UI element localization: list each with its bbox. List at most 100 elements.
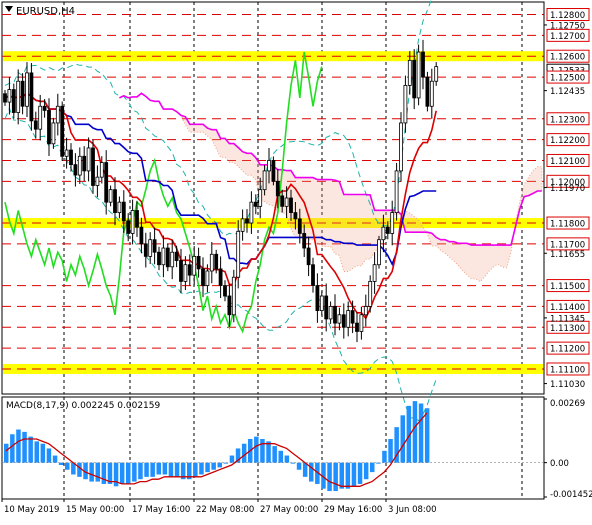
candle-body	[165, 247, 170, 268]
macd-histogram-bar	[65, 462, 70, 470]
price-level-label: 1.11500	[550, 282, 585, 292]
candle-body	[25, 72, 29, 107]
price-level-label: 1.12300	[550, 115, 585, 125]
candle-body	[117, 201, 122, 213]
candle-body	[319, 295, 324, 311]
macd-histogram-bar	[400, 415, 405, 463]
chart-canvas[interactable]: EURUSD,H4 1.128001.127001.126001.125331.…	[0, 0, 592, 521]
macd-histogram-bar	[205, 462, 210, 473]
macd-histogram-bar	[174, 462, 180, 477]
macd-histogram-bar	[309, 462, 314, 482]
candle-body	[412, 59, 417, 99]
macd-histogram-bar	[101, 462, 107, 484]
price-level-label: 1.12200	[550, 136, 585, 146]
time-label: 3 Jun 08:00	[388, 505, 437, 515]
candle-body	[55, 105, 60, 124]
candle-body	[359, 314, 364, 332]
candle-body	[289, 197, 293, 213]
candle-body	[205, 270, 210, 286]
candle-body	[421, 51, 425, 78]
candle-body	[135, 210, 139, 228]
candle-body	[425, 76, 430, 107]
candle-body	[218, 268, 223, 286]
price-level-label: 1.12700	[550, 32, 585, 42]
candle-body	[201, 268, 205, 286]
candle-body	[7, 89, 12, 103]
candle-body	[179, 260, 183, 282]
candle-body	[223, 285, 227, 297]
time-label: 17 May 16:00	[132, 505, 190, 515]
macd-histogram-bar	[333, 462, 338, 492]
price-level-label: 1.12100	[550, 157, 585, 167]
candle-body	[262, 170, 267, 191]
candle-body	[363, 306, 368, 316]
candle-body	[434, 66, 439, 82]
macd-histogram-bar	[156, 462, 161, 475]
macd-histogram-bar	[284, 455, 290, 463]
candle-body	[148, 239, 153, 257]
price-tick-label: 1.11345	[550, 314, 585, 324]
candle-body	[368, 281, 373, 307]
price-tick-label: 1.12750	[550, 21, 585, 31]
candle-body	[306, 247, 311, 266]
time-label: 29 May 16:00	[324, 505, 382, 515]
macd-histogram-bar	[339, 462, 344, 489]
time-label: 27 May 00:00	[260, 505, 318, 515]
candle-body	[267, 160, 271, 172]
price-level-label: 1.11200	[550, 345, 585, 355]
price-level-label: 1.12600	[550, 53, 585, 63]
macd-tick-label: 0.00269	[550, 399, 585, 409]
candle-body	[143, 243, 148, 257]
candle-body	[333, 306, 337, 324]
chart-window[interactable]: EURUSD,H4 1.128001.127001.126001.125331.…	[0, 0, 592, 521]
time-label: 10 May 2019	[4, 505, 59, 515]
candle-body	[11, 89, 16, 113]
candle-body	[302, 233, 307, 249]
candle-body	[385, 226, 390, 234]
candle-body	[73, 164, 78, 176]
candle-body	[346, 310, 351, 328]
macd-histogram-bar	[229, 455, 235, 463]
macd-histogram-bar	[144, 462, 149, 477]
candle-body	[157, 251, 161, 266]
candle-body	[341, 314, 346, 328]
candle-body	[38, 105, 43, 130]
macd-histogram-bar	[162, 462, 168, 475]
macd-histogram-bar	[28, 436, 33, 463]
macd-histogram-bar	[272, 446, 277, 463]
candle-body	[170, 251, 175, 268]
macd-histogram-bar	[217, 462, 222, 468]
macd-histogram-bar	[327, 462, 332, 492]
candle-body	[82, 155, 87, 172]
macd-histogram-bar	[150, 462, 155, 477]
candle-body	[126, 220, 131, 234]
macd-tick-label: -0.001452	[550, 490, 592, 500]
macd-histogram-bar	[10, 434, 15, 463]
macd-histogram-bar	[254, 436, 259, 463]
macd-histogram-bar	[199, 462, 204, 475]
candle-body	[245, 218, 249, 224]
time-label: 15 May 00:00	[66, 505, 124, 515]
macd-histogram-bar	[424, 408, 430, 463]
candle-body	[3, 93, 7, 103]
macd-histogram-bar	[370, 462, 375, 473]
macd-histogram-bar	[351, 462, 357, 487]
macd-histogram-bar	[34, 441, 39, 463]
candle-body	[192, 255, 197, 276]
candle-body	[64, 149, 69, 157]
candle-body	[47, 110, 51, 145]
macd-histogram-bar	[357, 462, 363, 484]
candle-body	[183, 264, 188, 282]
candle-body	[271, 160, 276, 182]
candle-body	[240, 218, 245, 232]
macd-histogram-bar	[382, 450, 387, 463]
price-tick-label: 1.12435	[550, 87, 585, 97]
macd-histogram-bar	[266, 441, 271, 463]
macd-histogram-bar	[412, 401, 418, 463]
candle-body	[196, 255, 201, 270]
candle-body	[99, 162, 104, 178]
macd-histogram-bar	[418, 403, 424, 463]
candle-body	[16, 80, 21, 113]
macd-histogram-bar	[193, 462, 198, 477]
price-level-label: 1.11100	[550, 365, 585, 375]
